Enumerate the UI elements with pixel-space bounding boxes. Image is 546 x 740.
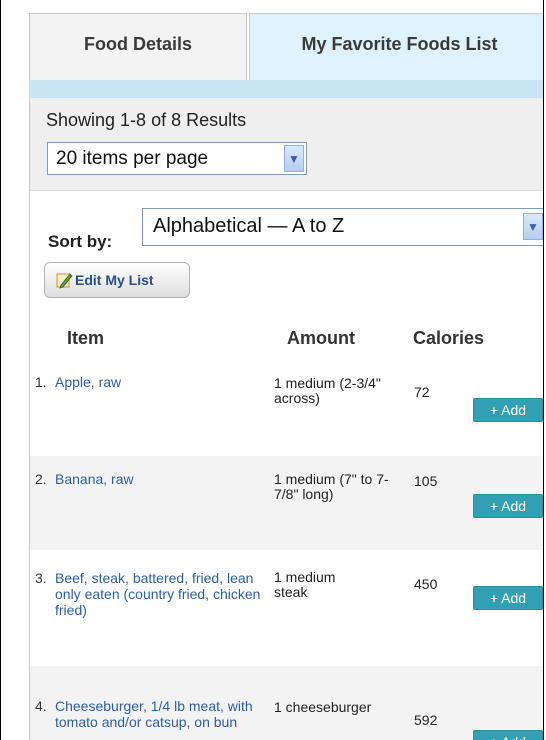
row-number: 3. [35, 570, 47, 586]
column-header-calories: Calories [413, 328, 485, 348]
items-per-page-select[interactable]: 20 items per page ▼ [47, 142, 307, 175]
tab-food-details[interactable]: Food Details [29, 13, 247, 80]
items-per-page-value: 20 items per page [56, 148, 209, 169]
food-item-link[interactable]: Apple, raw [55, 374, 275, 390]
food-calories: 105 [414, 473, 438, 489]
row-number: 4. [35, 698, 47, 714]
food-calories: 72 [414, 384, 430, 400]
results-summary: Showing 1-8 of 8 Results [46, 110, 247, 130]
chevron-down-icon[interactable]: ▼ [523, 213, 543, 240]
sort-by-label: Sort by: [48, 232, 113, 251]
table-row: 4. Cheeseburger, 1/4 lb meat, with tomat… [30, 666, 543, 740]
add-food-button[interactable]: + Add [473, 730, 543, 740]
food-amount: 1 medium steak [274, 569, 336, 600]
table-row: 1. Apple, raw 1 medium (2-3/4" across) 7… [30, 364, 543, 456]
row-number: 2. [35, 471, 47, 487]
sort-by-select[interactable]: Alphabetical — A to Z ▼ [142, 208, 543, 246]
results-header: Showing 1-8 of 8 Results 20 items per pa… [30, 98, 543, 191]
food-amount: 1 cheeseburger [274, 699, 372, 715]
tab-label: My Favorite Foods List [301, 34, 498, 54]
add-food-button[interactable]: + Add [473, 398, 543, 422]
add-food-button[interactable]: + Add [473, 586, 543, 610]
row-number: 1. [35, 374, 47, 390]
food-amount: 1 medium (7" to 7-7/8" long) [274, 471, 389, 502]
food-item-link[interactable]: Cheeseburger, 1/4 lb meat, with tomato a… [55, 698, 270, 730]
add-food-button[interactable]: + Add [473, 494, 543, 518]
column-header-item: Item [67, 328, 105, 348]
food-calories: 592 [414, 712, 438, 728]
column-header-amount: Amount [287, 328, 355, 348]
tab-my-favorite-foods[interactable]: My Favorite Foods List [249, 13, 543, 80]
table-row: 3. Beef, steak, battered, fried, lean on… [30, 550, 543, 666]
tab-underline-band [29, 80, 543, 98]
tab-label: Food Details [83, 34, 192, 54]
food-item-link[interactable]: Beef, steak, battered, fried, lean only … [55, 570, 275, 618]
pencil-edit-icon [56, 273, 73, 289]
table-row: 2. Banana, raw 1 medium (7" to 7-7/8" lo… [30, 456, 543, 550]
chevron-down-icon[interactable]: ▼ [284, 145, 304, 172]
favorites-panel-frame: Food Details My Favorite Foods List Show… [0, 0, 544, 740]
food-amount: 1 medium (2-3/4" across) [274, 375, 381, 406]
tab-bar: Food Details My Favorite Foods List [1, 0, 543, 80]
edit-my-list-button[interactable]: Edit My List [44, 262, 190, 298]
food-item-link[interactable]: Banana, raw [55, 471, 275, 487]
sort-by-value: Alphabetical — A to Z [153, 215, 345, 237]
edit-my-list-label: Edit My List [75, 272, 154, 288]
food-calories: 450 [414, 576, 438, 592]
favorites-list-panel: Showing 1-8 of 8 Results 20 items per pa… [29, 98, 543, 740]
